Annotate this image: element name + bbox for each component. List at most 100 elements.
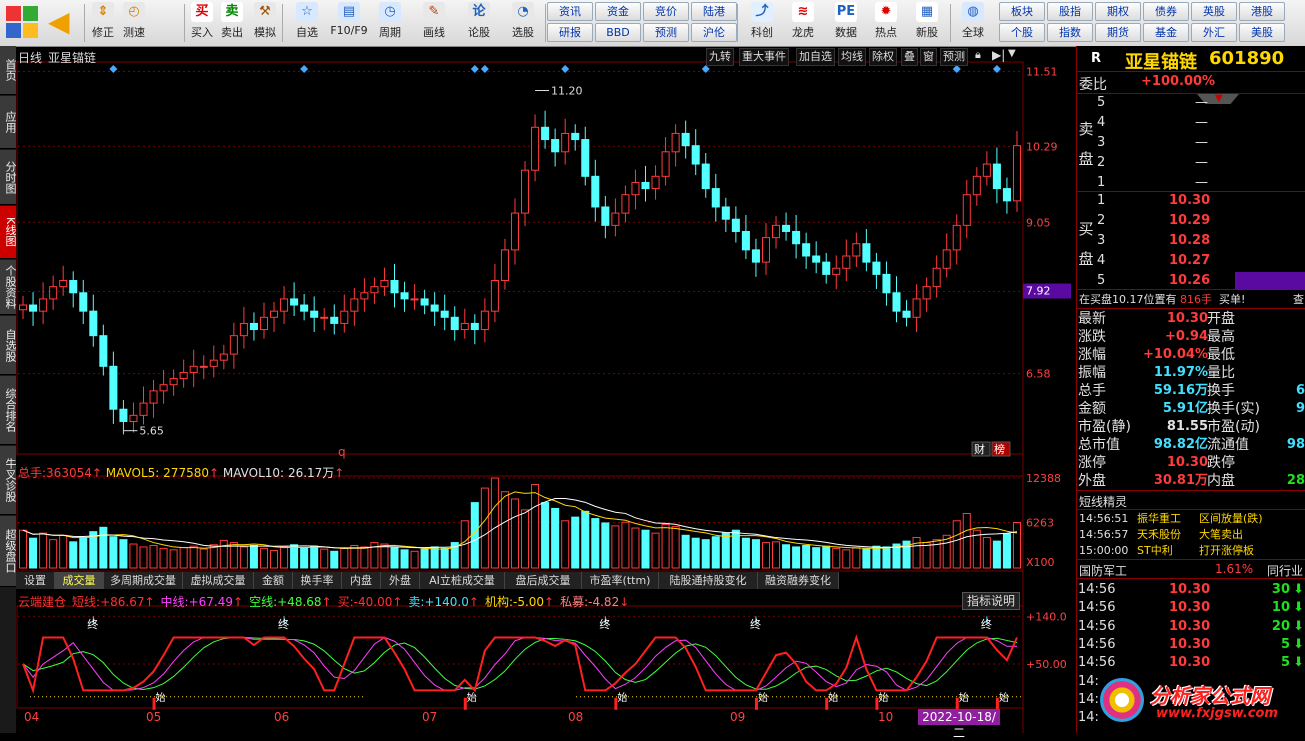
quick-link-4[interactable]: 板块 — [999, 2, 1045, 21]
end-marker: 终 — [278, 617, 289, 631]
toolbar-sell-button[interactable]: 卖卖出 — [218, 2, 246, 44]
toolbar-forum-button[interactable]: 论论股 — [460, 2, 498, 44]
toolbar-star-folder-button[interactable]: ☆ 自选 — [288, 2, 326, 44]
quick-link-2[interactable]: 竞价 — [643, 2, 689, 21]
left-tab-0[interactable]: 首页 — [0, 46, 17, 95]
indicator-tab-1[interactable]: 成交量 — [55, 572, 104, 589]
indicator-tab-2[interactable]: 多周期成交量 — [104, 572, 183, 589]
volume-bar — [300, 547, 309, 569]
quick-link-b9[interactable]: 美股 — [1239, 23, 1285, 42]
toolbar-stopwatch-button[interactable]: ◴ 测速 — [118, 2, 150, 44]
toolbar-chart-search-button[interactable]: ◔ 选股 — [503, 2, 543, 44]
buy-level-row[interactable]: 4 10.27 — [1077, 252, 1305, 270]
kline-chart-svg[interactable]: 11.5110.299.057.926.587.9211.205.65财榜q12… — [16, 46, 1076, 733]
quick-link-b1[interactable]: BBD — [595, 23, 641, 42]
short-elf-title[interactable]: 短线精灵 — [1079, 493, 1127, 510]
indicator-tab-3[interactable]: 虚拟成交量 — [183, 572, 254, 589]
sell-level-row[interactable]: 3— — [1077, 134, 1305, 152]
buy-level-row[interactable]: 2 10.29 — [1077, 212, 1305, 230]
left-tab-4[interactable]: 个股资料 — [0, 260, 17, 315]
buy-level-row[interactable]: 1 10.30 — [1077, 192, 1305, 210]
stat-row: 总手 59.16万 换手 6 — [1078, 383, 1305, 399]
short-elf-item[interactable]: 14:56:51 振华重工 区间放量(跌) — [1077, 511, 1305, 527]
quick-link-b0[interactable]: 研报 — [547, 23, 593, 42]
left-tab-3[interactable]: K线图 — [0, 206, 17, 259]
left-tab-8[interactable]: 超级盘口 — [0, 516, 17, 587]
left-tab-5[interactable]: 自选股 — [0, 316, 17, 375]
chart-tag-7[interactable]: 预测 — [940, 48, 968, 66]
quick-link-b6[interactable]: 期货 — [1095, 23, 1141, 42]
toolbar-rocket-button[interactable]: ⤴ 科创 — [742, 2, 782, 44]
chart-tag-0[interactable]: 九转 — [706, 48, 734, 66]
left-tab-6[interactable]: 综合排名 — [0, 376, 17, 445]
quick-link-9[interactable]: 港股 — [1239, 2, 1285, 21]
dropdown-icon[interactable]: ▼ — [1008, 48, 1020, 64]
toolbar-up-down-arrows-button[interactable]: ⇕ 修正 — [89, 2, 117, 44]
indicator-tab-7[interactable]: 外盘 — [381, 572, 420, 589]
left-tab-2[interactable]: 分时图 — [0, 150, 17, 205]
app-logo-icon[interactable] — [6, 6, 38, 38]
indicator-tab-12[interactable]: 融资融券变化 — [758, 572, 839, 589]
quick-link-b8[interactable]: 外汇 — [1191, 23, 1237, 42]
chart-tag-5[interactable]: 叠 — [901, 48, 918, 66]
short-elf-item[interactable]: 15:00:00 ST中利 打开涨停板 — [1077, 543, 1305, 559]
toolbar-clock-button[interactable]: ◷ 周期 — [370, 2, 410, 44]
indicator-tab-10[interactable]: 市盈率(ttm) — [582, 572, 659, 589]
order-queue-line[interactable]: 在买盘10.17位置有 816手 买单! — [1079, 291, 1245, 307]
chart-tag-2[interactable]: 加自选 — [796, 48, 835, 66]
quick-link-b7[interactable]: 基金 — [1143, 23, 1189, 42]
toolbar-hot-button[interactable]: ✹ 热点 — [866, 2, 906, 44]
left-tab-7[interactable]: 牛叉诊股 — [0, 446, 17, 515]
quick-link-3[interactable]: 陆港 — [691, 2, 737, 21]
indicator-name[interactable]: 云端建仓 — [18, 595, 66, 609]
indicator-tab-0[interactable]: 设置 — [16, 572, 55, 589]
toolbar-globe-button[interactable]: ◍ 全球 — [955, 2, 991, 44]
quick-link-8[interactable]: 英股 — [1191, 2, 1237, 21]
toolbar-ipo-button[interactable]: ▦ 新股 — [908, 2, 946, 44]
toolbar-dragon-button[interactable]: ≋ 龙虎 — [785, 2, 821, 44]
indicator-tab-6[interactable]: 内盘 — [342, 572, 381, 589]
chart-tag-6[interactable]: 窗 — [920, 48, 937, 66]
left-tab-1[interactable]: 应用 — [0, 96, 17, 149]
month-label: 06 — [274, 710, 289, 724]
candle-body — [741, 230, 750, 251]
indicator-tab-8[interactable]: AI立桩成交量 — [420, 572, 505, 589]
indicator-tab-11[interactable]: 陆股通持股变化 — [659, 572, 758, 589]
toolbar-buy-button[interactable]: 买买入 — [189, 2, 215, 44]
quick-link-0[interactable]: 资讯 — [547, 2, 593, 21]
buy-level-row[interactable]: 3 10.28 — [1077, 232, 1305, 250]
sell-level-row[interactable]: 5— — [1077, 94, 1305, 112]
queue-more-link[interactable]: 查 — [1293, 291, 1304, 307]
indicator-tab-5[interactable]: 换手率 — [293, 572, 342, 589]
chart-tag-4[interactable]: 除权 — [869, 48, 897, 66]
candle-body — [99, 335, 108, 367]
chart-tag-3[interactable]: 均线 — [838, 48, 866, 66]
indicator-help-button[interactable]: 指标说明 — [962, 592, 1020, 610]
quick-link-b4[interactable]: 个股 — [999, 23, 1045, 42]
quick-link-b5[interactable]: 指数 — [1047, 23, 1093, 42]
chart-tag-1[interactable]: 重大事件 — [739, 48, 789, 66]
sell-level-row[interactable]: 4— — [1077, 114, 1305, 132]
sell-level-row[interactable]: 1— — [1077, 174, 1305, 192]
toolbar-pe-button[interactable]: PE 数据 — [826, 2, 866, 44]
indicator-tab-9[interactable]: 盘后成交量 — [505, 572, 582, 589]
sector-more[interactable]: 同行业 — [1267, 562, 1303, 579]
toolbar-document-button[interactable]: ▤ F10/F9 — [327, 2, 371, 44]
quick-link-5[interactable]: 股指 — [1047, 2, 1093, 21]
indicator-tab-4[interactable]: 金额 — [254, 572, 293, 589]
quick-link-b3[interactable]: 沪伦 — [691, 23, 737, 42]
back-arrow-icon[interactable]: ◀ — [48, 8, 78, 36]
buy-level-row[interactable]: 5 10.26 — [1077, 272, 1305, 290]
quick-link-1[interactable]: 资金 — [595, 2, 641, 21]
toolbar-gavel-button[interactable]: ⚒ 模拟 — [248, 2, 282, 44]
sector-name[interactable]: 国防军工 — [1079, 562, 1127, 579]
quick-link-7[interactable]: 债券 — [1143, 2, 1189, 21]
quick-link-6[interactable]: 期权 — [1095, 2, 1141, 21]
forward-icon[interactable]: ▶| — [992, 48, 1006, 64]
lock-icon[interactable]: 🔒︎ — [975, 48, 989, 64]
candle-body — [671, 132, 680, 153]
sell-level-row[interactable]: 2— — [1077, 154, 1305, 172]
short-elf-item[interactable]: 14:56:57 天禾股份 大笔卖出 — [1077, 527, 1305, 543]
quick-link-b2[interactable]: 预测 — [643, 23, 689, 42]
toolbar-pen-button[interactable]: ✎ 画线 — [414, 2, 454, 44]
